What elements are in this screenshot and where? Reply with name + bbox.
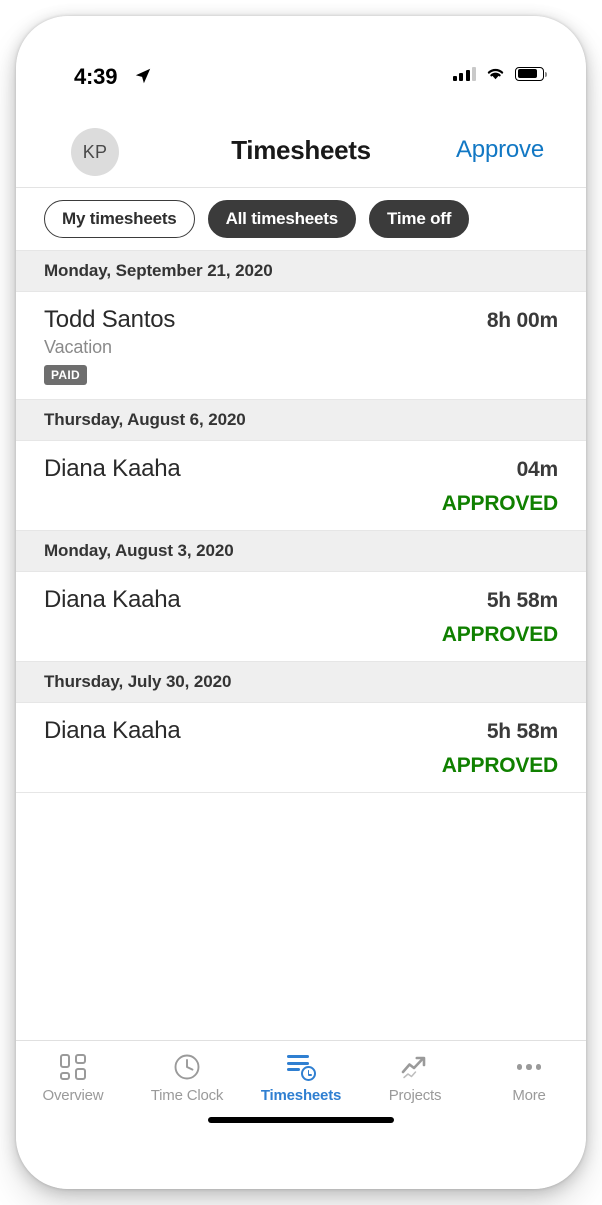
wifi-icon: [487, 68, 504, 80]
timesheet-entry[interactable]: Diana Kaaha 5h 58m APPROVED: [16, 572, 586, 661]
app-screen: 4:39 KP Timesheets Approve My timesheets…: [16, 16, 586, 1189]
date-header: Monday, September 21, 2020: [16, 250, 586, 292]
list-empty-filler: [16, 792, 586, 793]
status-bar: 4:39: [16, 62, 586, 102]
grid-icon: [60, 1052, 86, 1082]
timesheet-entry[interactable]: Diana Kaaha 5h 58m APPROVED: [16, 703, 586, 792]
battery-icon: [515, 66, 547, 81]
entry-header-row: Diana Kaaha 5h 58m: [44, 717, 558, 745]
entry-header-row: Diana Kaaha 5h 58m: [44, 586, 558, 614]
filter-chip-all-timesheets[interactable]: All timesheets: [207, 200, 357, 238]
entry-approval-status: APPROVED: [441, 492, 558, 515]
tab-label-time-clock: Time Clock: [150, 1087, 224, 1104]
status-badge-paid: PAID: [44, 365, 87, 385]
entry-employee-name: Todd Santos: [44, 306, 176, 333]
tab-label-projects: Projects: [388, 1087, 442, 1104]
timesheet-icon: [286, 1052, 316, 1082]
app-header: KP Timesheets Approve: [16, 116, 586, 188]
entry-header-row: Todd Santos 8h 00m: [44, 306, 558, 334]
status-time: 4:39: [74, 64, 118, 89]
cellular-signal-icon: [452, 66, 476, 81]
entry-duration: 8h 00m: [486, 309, 558, 332]
entry-duration: 04m: [516, 458, 559, 481]
status-indicators: [452, 66, 547, 81]
approve-button[interactable]: Approve: [456, 136, 544, 164]
trending-up-icon: [400, 1052, 430, 1082]
timesheet-entry[interactable]: Todd Santos 8h 00m Vacation PAID: [16, 292, 586, 399]
filter-tabs: My timesheets All timesheets Time off: [16, 188, 586, 250]
entry-duration: 5h 58m: [486, 720, 558, 743]
tab-label-more: More: [512, 1087, 546, 1104]
entry-subtitle: Vacation: [44, 337, 112, 357]
tab-more[interactable]: More: [472, 1041, 586, 1118]
entry-employee-name: Diana Kaaha: [44, 717, 181, 744]
phone-frame: 4:39 KP Timesheets Approve My timesheets…: [16, 16, 586, 1189]
tab-overview[interactable]: Overview: [16, 1041, 130, 1118]
filter-chip-my-timesheets[interactable]: My timesheets: [44, 200, 195, 238]
filter-chip-time-off[interactable]: Time off: [369, 200, 470, 238]
tab-projects[interactable]: Projects: [358, 1041, 472, 1118]
entry-duration: 5h 58m: [486, 589, 558, 612]
tab-label-overview: Overview: [42, 1087, 104, 1104]
bottom-tab-bar: Overview Time Clock Timesheets Projects …: [16, 1040, 586, 1118]
date-header: Monday, August 3, 2020: [16, 530, 586, 572]
entry-approval-status: APPROVED: [441, 623, 558, 646]
entry-employee-name: Diana Kaaha: [44, 586, 181, 613]
clock-icon: [173, 1052, 201, 1082]
tab-time-clock[interactable]: Time Clock: [130, 1041, 244, 1118]
tab-timesheets[interactable]: Timesheets: [244, 1041, 358, 1118]
location-arrow-icon: [135, 68, 151, 84]
tab-label-timesheets: Timesheets: [260, 1087, 342, 1104]
date-header: Thursday, August 6, 2020: [16, 399, 586, 441]
timesheet-list[interactable]: Monday, September 21, 2020 Todd Santos 8…: [16, 250, 586, 1040]
entry-employee-name: Diana Kaaha: [44, 455, 181, 482]
ellipsis-icon: [516, 1052, 542, 1082]
entry-header-row: Diana Kaaha 04m: [44, 455, 558, 483]
date-header: Thursday, July 30, 2020: [16, 661, 586, 703]
entry-approval-status: APPROVED: [441, 754, 558, 777]
timesheet-entry[interactable]: Diana Kaaha 04m APPROVED: [16, 441, 586, 530]
home-indicator: [208, 1117, 394, 1123]
